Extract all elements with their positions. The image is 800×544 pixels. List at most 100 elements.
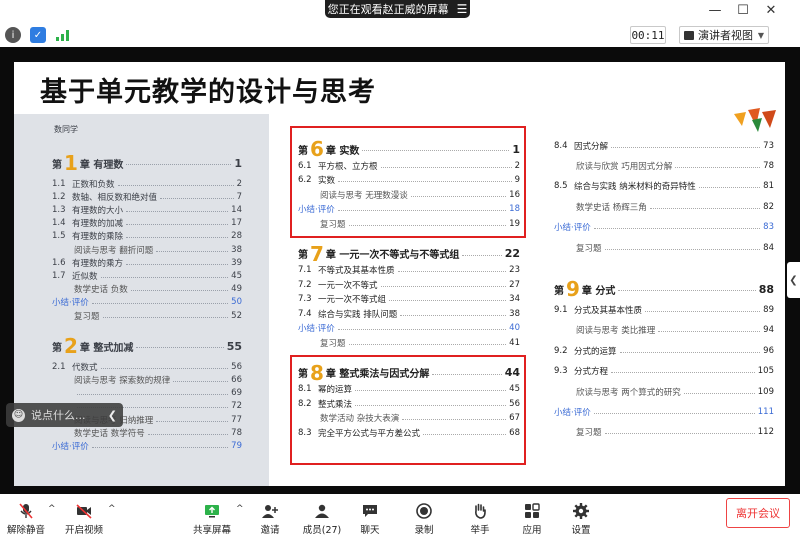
section-title: 有理数的乘除 — [72, 232, 124, 243]
page-number: 17 — [231, 218, 242, 229]
page-number: 78 — [231, 427, 242, 438]
section-title: 欣读与思考 两个算式的研究 — [576, 387, 681, 398]
toc-entry: 阅读与思考 类比推理 94 — [554, 325, 774, 336]
toc-entry: 9.2 分式的运算 96 — [554, 345, 774, 357]
menu-icon[interactable]: ☰ — [457, 2, 468, 16]
chapter-title: 章 整式加减 — [79, 342, 134, 354]
signal-icon[interactable] — [55, 27, 71, 43]
members-button[interactable]: 成员(27) — [300, 494, 344, 544]
section-title: 正数和负数 — [72, 179, 115, 190]
section-title: 有理数的加减 — [72, 219, 124, 230]
toc-entry: 1.7 近似数 45 — [52, 270, 242, 282]
page-number: 56 — [231, 361, 242, 372]
section-title: 小结·评价 — [554, 407, 591, 418]
close-icon[interactable]: ✕ — [762, 3, 780, 18]
toc-entry: 7.1 不等式及其基本性质 23 — [298, 265, 520, 276]
record-button[interactable]: 录制 — [406, 494, 442, 544]
leader-dots — [593, 412, 755, 414]
section-number: 1.1 — [52, 178, 66, 189]
page-number: 27 — [509, 279, 520, 290]
apps-icon — [525, 503, 540, 518]
section-title: 有理数的大小 — [72, 205, 124, 216]
speaker-view-button[interactable]: 演讲者视图 ▼ — [679, 26, 769, 44]
page-number: 55 — [226, 339, 242, 353]
section-title: 代数式 — [72, 362, 98, 373]
section-title: 小结·评价 — [554, 223, 591, 234]
leader-dots — [462, 254, 502, 256]
toc-entry: 复习题 112 — [554, 427, 774, 438]
section-number: 8.4 — [554, 140, 568, 151]
toc-entry: 8.5 综合与实践 纳米材料的奇异特性 81 — [554, 181, 774, 192]
leader-dots — [604, 433, 755, 435]
chevron-left-icon[interactable]: ❮ — [108, 409, 117, 422]
toc-entry: 小结·评价 40 — [298, 323, 520, 334]
section-title: 阅读与思考 翻折问题 — [74, 245, 154, 256]
page-number: 22 — [504, 247, 520, 260]
chat-button[interactable]: 聊天 — [352, 494, 388, 544]
invite-button[interactable]: 邀请 — [252, 494, 288, 544]
section-title: 一元一次不等式 — [318, 280, 378, 291]
apps-button[interactable]: 应用 — [514, 494, 550, 544]
section-title: 综合与实践 排队问题 — [318, 309, 398, 320]
chapter-prefix: 第 — [554, 285, 564, 297]
leader-dots — [649, 207, 761, 209]
section-title: 数学史话 数学符号 — [74, 428, 145, 439]
settings-button[interactable]: 设置 — [563, 494, 599, 544]
toc-entry: 数学史话 杨辉三角 82 — [554, 201, 774, 213]
leader-dots — [337, 329, 507, 330]
raise-hand-button[interactable]: 举手 — [462, 494, 498, 544]
page-number: 39 — [231, 257, 242, 268]
meeting-timer: 00:11 — [630, 26, 666, 44]
start-video-button[interactable]: 开启视频 — [62, 494, 106, 544]
section-title: 综合与实践 纳米材料的奇异特性 — [574, 182, 696, 193]
toc-entry: 1.1 正数和负数 2 — [52, 178, 242, 190]
audio-options-caret[interactable]: ^ — [48, 504, 56, 514]
section-number: 7.4 — [298, 308, 312, 319]
section-title: 数轴、相反数和绝对值 — [72, 192, 158, 203]
info-icon[interactable]: i — [5, 27, 21, 43]
video-options-caret[interactable]: ^ — [108, 504, 116, 514]
share-options-caret[interactable]: ^ — [236, 504, 244, 514]
shared-slide: 基于单元教学的设计与思考 数同学 第1章 有理数 1 1.1 正数和负数 2 1.2 数轴、… — [14, 62, 785, 486]
highlight-box-chapter-6 — [290, 126, 526, 238]
page-number: 28 — [231, 231, 242, 242]
toc-entry: 2.1 代数式 56 — [52, 361, 242, 373]
record-icon — [416, 503, 432, 519]
toc-entry: 数学史话 负数 49 — [52, 284, 242, 295]
page-number: 89 — [763, 304, 774, 315]
toc-chapter-heading: 第2章 整式加减 55 — [52, 334, 242, 359]
apps-label: 应用 — [522, 525, 542, 536]
page-number: 23 — [509, 265, 520, 275]
toc-entry: 复习题 41 — [298, 337, 520, 349]
share-screen-button[interactable]: 共享屏幕 — [190, 494, 234, 544]
page-number: 88 — [758, 282, 774, 296]
page-number: 14 — [231, 204, 242, 215]
chat-quick-input[interactable]: ☺ 说点什么... ❮ — [6, 403, 123, 427]
toc-entry: 复习题 84 — [554, 242, 774, 254]
leader-dots — [156, 420, 229, 422]
leave-meeting-button[interactable]: 离开会议 — [726, 498, 790, 528]
settings-label: 设置 — [571, 525, 591, 536]
section-title: 不等式及其基本性质 — [318, 266, 395, 276]
shield-icon[interactable]: ✓ — [30, 27, 46, 43]
section-number: 1.7 — [52, 270, 66, 281]
leader-dots — [77, 394, 229, 396]
side-panel-toggle[interactable]: ❮ — [787, 262, 800, 298]
toc-chapter-heading: 第9章 分式 88 — [554, 279, 774, 299]
camera-off-icon — [76, 504, 92, 519]
section-title: 分式方程 — [574, 367, 609, 378]
screen-share-banner[interactable]: 您正在观看赵正威的屏幕 ☰ — [325, 0, 470, 18]
page-number: 77 — [231, 414, 242, 425]
minimize-icon[interactable]: — — [706, 3, 724, 18]
chapter-number: 2 — [64, 334, 78, 359]
section-title: 小结·评价 — [52, 298, 89, 309]
leader-dots — [100, 367, 229, 369]
leader-dots — [91, 303, 229, 305]
page-number: 2 — [236, 178, 242, 189]
page-number: 96 — [763, 345, 774, 356]
maximize-icon[interactable]: ☐ — [734, 3, 752, 18]
emoji-icon[interactable]: ☺ — [12, 408, 25, 422]
toc-entry: 9.1 分式及其基本性质 89 — [554, 304, 774, 316]
unmute-button[interactable]: 解除静音 — [4, 494, 48, 544]
page-number: 45 — [231, 270, 242, 281]
